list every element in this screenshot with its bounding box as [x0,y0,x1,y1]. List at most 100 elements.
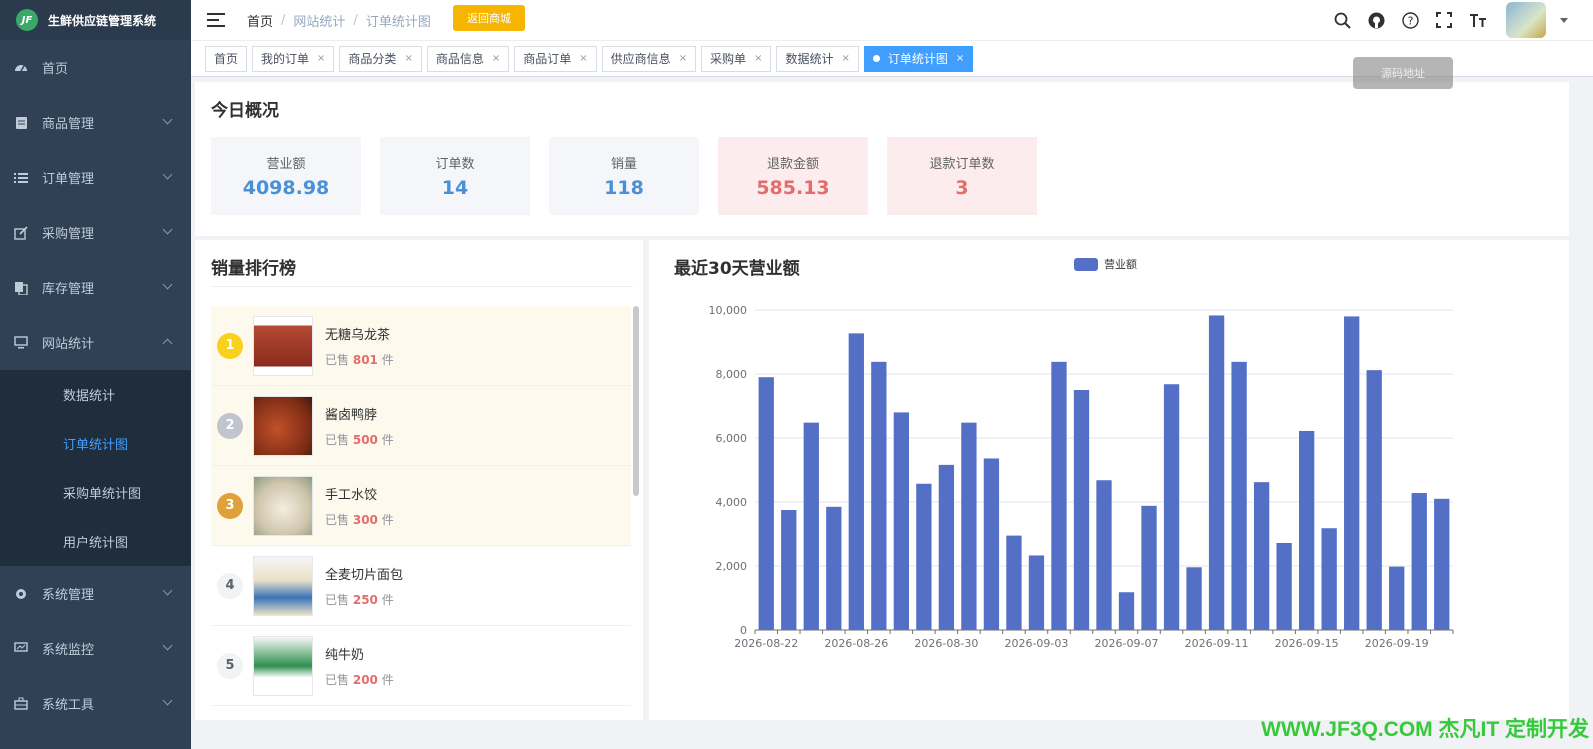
hamburger-icon[interactable] [207,13,225,27]
bar [916,483,932,630]
chevron-down-icon [162,114,173,125]
sold-count: 已售 801 件 [325,351,394,368]
bar [1276,542,1292,630]
avatar[interactable] [1506,2,1546,38]
chevron-down-icon [162,640,173,651]
tag-label: 首页 [214,52,239,66]
search-icon[interactable] [1332,10,1352,30]
tooltip: 源码地址 [1353,57,1453,89]
sidebar-item-site-stats[interactable]: 网站统计 [0,315,191,370]
bar [1186,567,1202,630]
bar [1051,361,1067,630]
stat-label: 订单数 [435,157,475,172]
close-icon[interactable]: × [679,53,687,64]
close-icon[interactable]: × [492,53,500,64]
sidebar-subitem-order-chart[interactable]: 订单统计图 [0,419,191,468]
bar [1208,315,1225,630]
tag-order-chart[interactable]: 订单统计图 × [863,45,974,72]
help-icon[interactable]: ? [1400,10,1420,30]
chevron-down-icon [162,695,173,706]
tag-label: 商品分类 [348,52,397,66]
x-tick-label: 2026-08-22 [734,637,798,650]
bar [1073,390,1090,630]
sidebar-item-label: 首页 [42,62,69,77]
sidebar-item-label: 库存管理 [42,282,95,297]
scrollbar[interactable] [633,306,639,496]
sold-count: 已售 200 件 [325,671,394,688]
sales-ranking-card: 销量排行榜 1 无糖乌龙茶 已售 801 件 2 酱卤鸭脖 已售 500 件 3… [195,240,643,720]
sidebar-item-home[interactable]: 首页 [0,40,191,95]
list-item[interactable]: 3 手工水饺 已售 300 件 [211,466,631,546]
y-tick-label: 6,000 [716,432,748,445]
bar [826,506,842,630]
bar [1006,535,1022,630]
tag-purchase[interactable]: 采购单 × [701,45,772,72]
bar [1231,361,1247,630]
breadcrumb-home[interactable]: 首页 [247,11,273,30]
sidebar-item-products[interactable]: 商品管理 [0,95,191,150]
github-icon[interactable] [1366,10,1386,30]
ranking-list[interactable]: 1 无糖乌龙茶 已售 801 件 2 酱卤鸭脖 已售 500 件 3 手工水饺 … [211,306,631,706]
sidebar-item-inventory[interactable]: 库存管理 [0,260,191,315]
logo-icon: JF [16,9,38,31]
list-item[interactable]: 2 酱卤鸭脖 已售 500 件 [211,386,631,466]
sidebar-subitem-purchase-chart[interactable]: 采购单统计图 [0,468,191,517]
list-icon [14,171,28,185]
stat-value: 14 [441,177,469,199]
product-name: 纯牛奶 [325,647,365,663]
tag-supplier[interactable]: 供应商信息 × [601,45,697,72]
breadcrumb-current: 订单统计图 [365,14,431,30]
tag-home[interactable]: 首页 [205,45,248,72]
tag-product-orders[interactable]: 商品订单 × [514,45,597,72]
product-name: 无糖乌龙茶 [325,327,391,343]
sidebar-subitem-data-stats[interactable]: 数据统计 [0,370,191,419]
app-logo[interactable]: JF 生鲜供应链管理系统 [0,0,191,40]
close-icon[interactable]: × [404,53,412,64]
stat-value: 585.13 [756,177,830,199]
sold-count: 已售 300 件 [325,511,394,528]
chevron-up-icon [162,338,173,349]
product-name: 手工水饺 [325,487,378,503]
sold-prefix: 已售 [325,432,350,447]
sold-count: 已售 250 件 [325,591,403,608]
sidebar-item-monitor[interactable]: 系统监控 [0,621,191,676]
close-icon[interactable]: × [754,53,762,64]
fullscreen-icon[interactable] [1434,10,1454,30]
sold-count: 已售 500 件 [325,431,394,448]
product-image [253,395,313,456]
tag-category[interactable]: 商品分类 × [339,45,422,72]
breadcrumb-site-stats[interactable]: 网站统计 [293,11,345,30]
sidebar-item-orders[interactable]: 订单管理 [0,150,191,205]
tag-my-orders[interactable]: 我的订单 × [252,45,335,72]
back-to-shop-button[interactable]: 返回商城 [453,5,525,31]
x-tick-label: 2026-09-11 [1185,637,1249,650]
bar [758,377,774,630]
close-icon[interactable]: × [579,53,587,64]
stat-revenue: 营业额 4098.98 [211,137,361,215]
close-icon[interactable]: × [956,53,964,64]
close-icon[interactable]: × [841,53,849,64]
product-name: 全麦切片面包 [325,567,404,583]
list-item[interactable]: 1 无糖乌龙茶 已售 801 件 [211,306,631,386]
y-tick-label: 2,000 [716,560,748,573]
chevron-down-icon [162,585,173,596]
list-item[interactable]: 4 全麦切片面包 已售 250 件 [211,546,631,626]
sidebar-item-purchase[interactable]: 采购管理 [0,205,191,260]
close-icon[interactable]: × [317,53,325,64]
sidebar-item-tools[interactable]: 系统工具 [0,676,191,731]
today-overview-card: 今日概况 营业额 4098.98 订单数 14 销量 118 退款金额 585.… [195,82,1569,236]
font-size-icon[interactable] [1468,10,1488,30]
tag-data-stats[interactable]: 数据统计 × [776,45,859,72]
sidebar-item-system[interactable]: 系统管理 [0,566,191,621]
tag-product-info[interactable]: 商品信息 × [426,45,510,72]
x-tick-label: 2026-09-07 [1095,637,1159,650]
tag-label: 采购单 [710,52,747,66]
rank-badge: 1 [217,332,243,359]
gear-icon [14,587,28,601]
sidebar-subitem-user-chart[interactable]: 用户统计图 [0,517,191,566]
stat-value: 118 [604,177,644,199]
sold-suffix: 件 [381,352,394,367]
product-image [253,555,313,616]
list-item[interactable]: 5 纯牛奶 已售 200 件 [211,626,631,706]
caret-down-icon[interactable] [1560,17,1568,23]
